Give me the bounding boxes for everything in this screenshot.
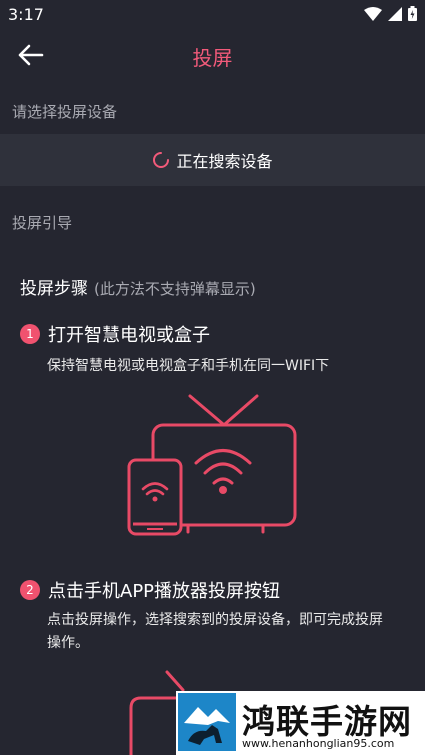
step-1-description: 保持智慧电视或电视盒子和手机在同一WIFI下 (47, 358, 330, 374)
step-2-number: 2 (20, 580, 40, 600)
steps-title: 投屏步骤 (20, 279, 88, 299)
device-search-bar[interactable]: 正在搜索设备 (0, 134, 425, 186)
step-2-title: 点击手机APP播放器投屏按钮 (48, 581, 281, 602)
loading-spinner-icon (153, 152, 170, 168)
status-time: 3:17 (8, 5, 44, 24)
steps-header: 投屏步骤 (此方法不支持弹幕显示) (20, 274, 256, 299)
watermark-logo (178, 693, 236, 751)
step-1-number: 1 (20, 324, 40, 344)
app-bar: 投屏 (0, 30, 425, 80)
watermark-url: www.henanhonglian95.com (242, 737, 395, 750)
page-title: 投屏 (192, 46, 233, 70)
search-status-text: 正在搜索设备 (176, 152, 273, 171)
watermark-brand: 鸿联手游网 (242, 702, 412, 741)
step-1-header: 1 打开智慧电视或盒子 (20, 321, 210, 347)
step-2-header: 2 点击手机APP播放器投屏按钮 (20, 577, 280, 603)
step-1-title: 打开智慧电视或盒子 (48, 325, 210, 346)
watermark-banner: 鸿联手游网 www.henanhonglian95.com (176, 691, 425, 755)
battery-icon (408, 6, 417, 21)
device-section-label: 请选择投屏设备 (12, 103, 118, 121)
guide-section-label: 投屏引导 (12, 214, 73, 232)
steps-note: (此方法不支持弹幕显示) (94, 280, 256, 298)
signal-icon (388, 6, 402, 21)
tv-phone-illustration (127, 394, 297, 536)
status-icons (364, 6, 417, 21)
status-bar: 3:17 (0, 0, 425, 30)
step-2-description: 点击投屏操作，选择搜索到的投屏设备，即可完成投屏操作。 (47, 612, 383, 651)
wifi-icon (364, 6, 382, 21)
